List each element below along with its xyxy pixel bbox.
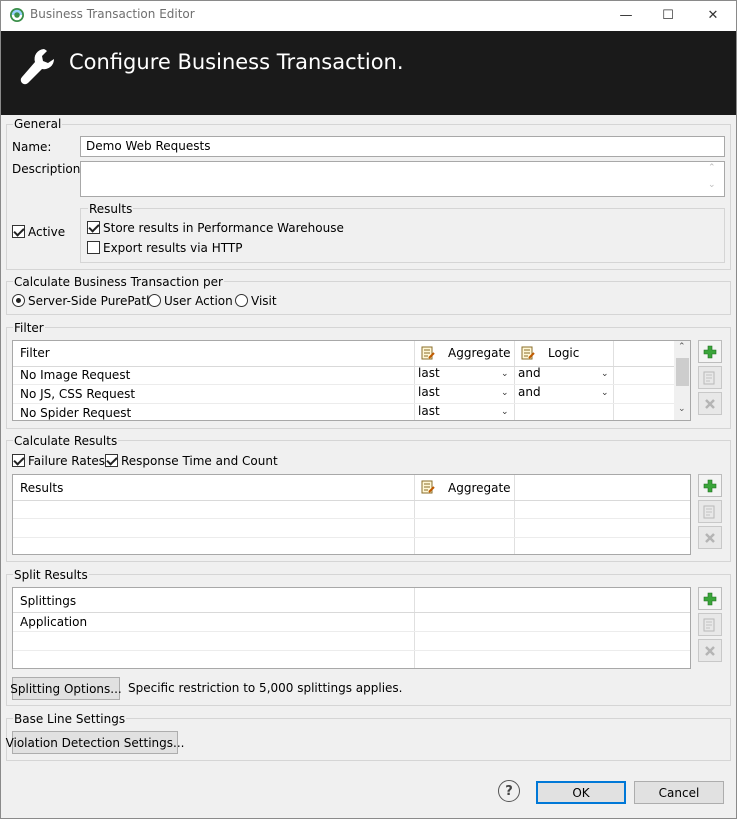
radio-label-user-action: User Action [164,294,233,308]
baseline-group-label: Base Line Settings [13,712,127,726]
ok-button[interactable]: OK [536,781,626,804]
minimize-button[interactable]: — [604,1,648,30]
filter-row-1-aggregate[interactable]: last [418,366,440,380]
results-edit-button[interactable] [698,500,722,523]
results-subgroup-label: Results [88,202,134,216]
window-title: Business Transaction Editor [30,7,195,21]
help-icon[interactable]: ? [498,780,520,802]
response-time-label: Response Time and Count [121,454,278,468]
page-title: Configure Business Transaction. [69,50,404,74]
plus-icon [703,479,717,492]
chevron-down-icon[interactable]: ⌄ [678,404,686,414]
filter-column-header[interactable]: Filter [20,346,50,360]
filter-row-1-logic[interactable]: and [518,366,541,380]
chevron-down-icon[interactable]: ⌄ [601,369,609,379]
description-input[interactable] [80,161,725,197]
radio-label-visit: Visit [251,294,277,308]
splittings-column-header[interactable]: Splittings [20,594,76,608]
violation-detection-settings-button[interactable]: Violation Detection Settings... [6,731,184,754]
filter-add-button[interactable] [698,340,722,363]
edit-icon [703,618,715,631]
store-warehouse-label: Store results in Performance Warehouse [103,221,344,235]
name-input[interactable]: Demo Web Requests [80,136,725,157]
results-table: Results Aggregate [12,474,691,555]
description-label: Description: [12,162,85,176]
radio-user-action[interactable] [148,294,161,307]
splitting-row-application[interactable]: Application [20,615,87,629]
store-warehouse-checkbox[interactable] [87,221,100,234]
results-column-header[interactable]: Results [20,481,63,495]
description-scroll-up-icon[interactable]: ⌃ [708,163,716,173]
export-http-checkbox[interactable] [87,241,100,254]
radio-visit[interactable] [235,294,248,307]
chevron-up-icon[interactable]: ⌃ [678,342,686,352]
chevron-down-icon[interactable]: ⌄ [501,407,509,417]
splitting-restriction-text: Specific restriction to 5,000 splittings… [128,681,403,695]
remove-icon [705,645,715,656]
failure-rates-label: Failure Rates [28,454,106,468]
filter-row-2-logic[interactable]: and [518,385,541,399]
filter-row-2-name[interactable]: No JS, CSS Request [20,387,135,401]
calculate-per-label: Calculate Business Transaction per [13,275,224,289]
filter-table-scrollbar[interactable]: ⌃ ⌄ [674,341,690,420]
plus-icon [703,592,717,605]
radio-label-server-side-purepath: Server-Side PurePath [28,294,154,308]
wrench-icon [20,49,55,85]
aggregate-column-header[interactable]: Aggregate [448,346,511,360]
general-group-label: General [13,117,63,131]
results-add-button[interactable] [698,474,722,497]
split-remove-button[interactable] [698,639,722,662]
plus-icon [703,345,717,358]
edit-column-icon [521,346,535,360]
filter-row-2-aggregate[interactable]: last [418,385,440,399]
export-http-label: Export results via HTTP [103,241,243,255]
maximize-icon: ☐ [662,8,674,23]
radio-server-side-purepath[interactable] [12,294,25,307]
app-logo-icon [10,8,24,22]
remove-icon [705,398,715,409]
logic-column-header[interactable]: Logic [548,346,579,360]
chevron-down-icon[interactable]: ⌄ [501,388,509,398]
chevron-down-icon[interactable]: ⌄ [601,388,609,398]
split-results-label: Split Results [13,568,89,582]
filter-row-3-aggregate[interactable]: last [418,404,440,418]
split-add-button[interactable] [698,587,722,610]
filter-group-label: Filter [13,321,45,335]
failure-rates-checkbox[interactable] [12,454,25,467]
description-scroll-down-icon[interactable]: ⌄ [708,180,716,190]
active-checkbox[interactable] [12,225,25,238]
minimize-icon: — [619,8,633,23]
edit-column-icon [421,480,435,494]
edit-icon [703,371,715,384]
response-time-checkbox[interactable] [105,454,118,467]
results-remove-button[interactable] [698,526,722,549]
close-button[interactable]: ✕ [691,1,735,30]
cancel-button[interactable]: Cancel [634,781,724,804]
filter-edit-button[interactable] [698,366,722,389]
splittings-table: Splittings Application [12,587,691,669]
edit-column-icon [421,346,435,360]
help-glyph: ? [505,783,513,799]
filter-table: Filter Aggregate Logic No Image Request … [12,340,691,421]
filter-row-3-name[interactable]: No Spider Request [20,406,131,420]
name-label: Name: [12,140,52,154]
maximize-button[interactable]: ☐ [646,1,690,30]
results-aggregate-column-header[interactable]: Aggregate [448,481,511,495]
scrollbar-thumb[interactable] [676,358,689,386]
split-edit-button[interactable] [698,613,722,636]
chevron-down-icon[interactable]: ⌄ [501,369,509,379]
splitting-options-button[interactable]: Splitting Options... [10,677,122,700]
active-label: Active [28,225,66,239]
filter-row-1-name[interactable]: No Image Request [20,368,130,382]
calculate-results-label: Calculate Results [13,434,119,448]
remove-icon [705,532,715,543]
edit-icon [703,505,715,518]
close-icon: ✕ [707,8,719,23]
filter-remove-button[interactable] [698,392,722,415]
